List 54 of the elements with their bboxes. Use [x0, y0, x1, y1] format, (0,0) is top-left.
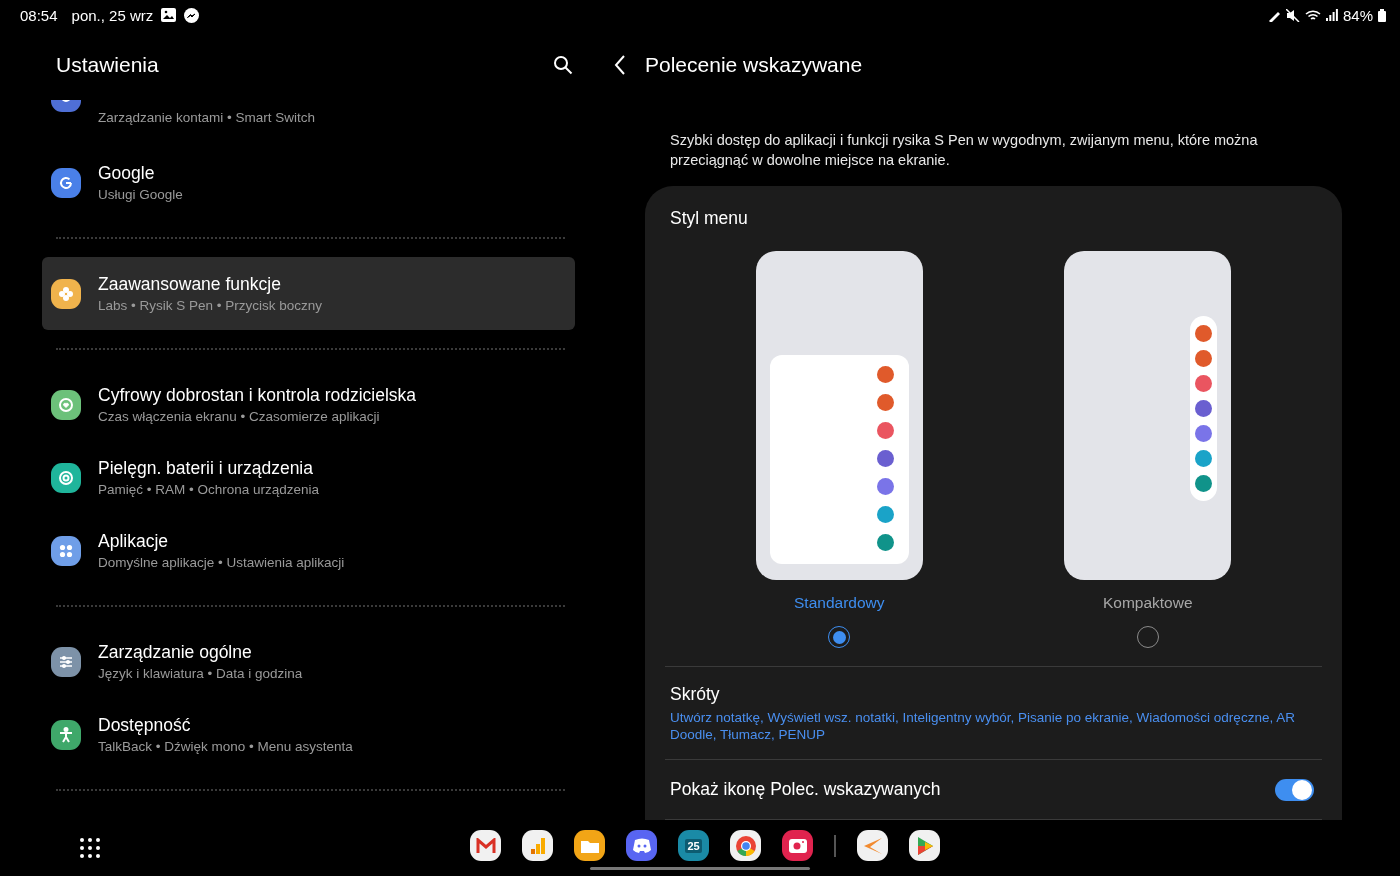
shortcuts-row[interactable]: Skróty Utwórz notatkę, Wyświetl wsz. notatki, Inteligentny wybór, Pisanie po ekranie, Wiadomości odręczne, AR Doodle, Tłumacz, PENUP — [665, 667, 1322, 759]
settings-item[interactable]: Zarządzanie ogólne Język i klawiatura • Data i godzina — [42, 625, 575, 698]
status-time: 08:54 — [20, 6, 58, 24]
settings-item[interactable]: Zarządzanie kontami • Smart Switch — [42, 100, 575, 146]
page-title: Polecenie wskazywane — [645, 53, 863, 77]
camera-app-icon[interactable] — [782, 830, 813, 861]
settings-title: Ustawienia — [55, 53, 159, 77]
item-title: Zaawansowane funkcje — [98, 274, 282, 295]
item-subtitle: TalkBack • Dźwięk mono • Menu asystenta — [98, 739, 353, 754]
battery-icon — [1378, 8, 1386, 22]
item-subtitle: Usługi Google — [98, 187, 183, 202]
settings-item[interactable]: Pielęgn. baterii i urządzenia Pamięć • RAM • Ochrona urządzenia — [42, 441, 575, 514]
wifi-icon — [1304, 8, 1321, 22]
item-subtitle: Czas włączenia ekranu • Czasomierze aplikacji — [98, 409, 381, 424]
row-title: Skróty — [670, 684, 721, 705]
item-title: Zarządzanie ogólne — [98, 642, 253, 663]
option-label: Kompaktowe — [1102, 594, 1193, 612]
row-title: Pokaż ikonę Polec. wskazywanych — [670, 779, 941, 800]
item-subtitle: Domyślne aplikacje • Ustawienia aplikacji — [98, 555, 345, 570]
settings-item[interactable]: Dostępność TalkBack • Dźwięk mono • Menu asystenta — [42, 698, 575, 771]
calendar-app-icon[interactable]: 25 — [678, 830, 709, 861]
image-icon — [161, 8, 177, 22]
browser-app-icon[interactable] — [730, 830, 761, 861]
messenger-icon — [184, 7, 200, 23]
chat-app-icon[interactable] — [626, 830, 657, 861]
item-title: Pielęgn. baterii i urządzenia — [98, 458, 314, 479]
mute-icon — [1285, 8, 1300, 22]
wing-app-icon[interactable] — [857, 830, 888, 861]
row-value: Utwórz notatkę, Wyświetl wsz. notatki, Inteligentny wybór, Pisanie po ekranie, Wiadomości odręczne, AR Doodle, Tłumacz, PENUP — [670, 709, 1296, 743]
toggle-switch[interactable] — [1275, 778, 1314, 801]
item-title: Cyfrowy dobrostan i kontrola rodzicielska — [98, 385, 417, 406]
option-label: Standardowy — [794, 594, 885, 612]
settings-item[interactable]: Google Usługi Google — [42, 146, 575, 219]
item-subtitle: Zarządzanie kontami • Smart Switch — [98, 110, 316, 125]
item-title: Dostępność — [98, 715, 192, 736]
search-icon[interactable] — [551, 53, 575, 77]
settings-item[interactable]: Aplikacje Domyślne aplikacje • Ustawienia aplikacji — [42, 514, 575, 587]
item-subtitle: Pamięć • RAM • Ochrona urządzenia — [98, 482, 320, 497]
battery-percent: 84% — [1342, 6, 1373, 24]
play-store-app-icon[interactable] — [909, 830, 940, 861]
mail-app-icon[interactable] — [470, 830, 501, 861]
app-drawer-icon[interactable] — [80, 838, 100, 858]
item-subtitle: Labs • Rysik S Pen • Przycisk boczny — [98, 298, 323, 313]
settings-item[interactable]: Cyfrowy dobrostan i kontrola rodzicielska Czas włączenia ekranu • Czasomierze aplikacji — [42, 368, 575, 441]
item-title: Google — [98, 163, 156, 184]
description: Szybki dostęp do aplikacji i funkcji rysika S Pen w wygodnym, zwijanym menu, które można przeciągnąć w dowolne miejsce na ekranie. — [670, 131, 1259, 170]
settings-item[interactable]: Zaawansowane funkcje Labs • Rysik S Pen • Przycisk boczny — [42, 257, 575, 330]
item-subtitle: Język i klawiatura • Data i godzina — [98, 666, 303, 681]
folder-app-icon[interactable] — [574, 830, 605, 861]
signal-icon — [1325, 9, 1338, 21]
item-title: Aplikacje — [98, 531, 170, 552]
bar-chart-app-icon[interactable] — [522, 830, 553, 861]
status-date: pon., 25 wrz — [71, 6, 154, 24]
section-title: Styl menu — [669, 208, 749, 229]
